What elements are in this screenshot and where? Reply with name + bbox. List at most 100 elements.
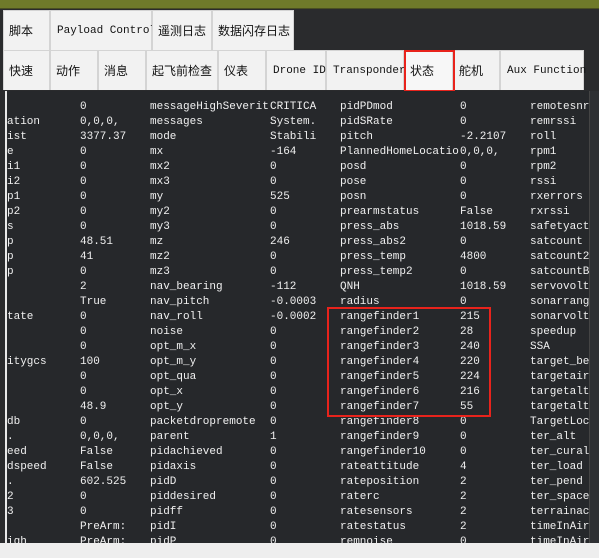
value-col3: 0 xyxy=(460,446,467,458)
key-col4: ter_curalt xyxy=(530,446,589,458)
key-col3: press_abs xyxy=(340,221,400,233)
key-col4: sonarrange xyxy=(530,296,589,308)
key-col4: roll xyxy=(530,131,557,143)
value-col3: 4 xyxy=(460,461,467,473)
key-col3: rangefinder4 xyxy=(340,356,420,368)
key-col2: parent xyxy=(150,431,190,443)
tab-tabs_row2-6[interactable]: Transponder xyxy=(326,50,406,90)
key-col2: packetdropremote xyxy=(150,416,256,428)
key-col3: pidPDmod xyxy=(340,101,393,113)
key-col1: . xyxy=(7,431,14,443)
key-col3: press_temp xyxy=(340,251,407,263)
key-col3: press_abs2 xyxy=(340,236,407,248)
value-col1: 0 xyxy=(80,491,87,503)
window-title-bar xyxy=(0,0,599,9)
tab-tabs_row1-1[interactable]: Payload Control xyxy=(50,10,156,50)
value-col3: 215 xyxy=(460,311,480,323)
value-col2: -0.0002 xyxy=(270,311,317,323)
tab-tabs_row1-3[interactable]: 数据闪存日志 xyxy=(212,10,294,50)
tab-tabs_row2-9[interactable]: Aux Function xyxy=(500,50,586,90)
vertical-scrollbar[interactable] xyxy=(589,91,599,543)
key-col1: dspeed xyxy=(7,461,47,473)
key-col1: eed xyxy=(7,446,27,458)
value-col1: 41 xyxy=(80,251,94,263)
key-col4: rssi xyxy=(530,176,557,188)
value-col1: 0 xyxy=(80,371,87,383)
key-col3: rangefinder8 xyxy=(340,416,420,428)
tab-tabs_row2-3[interactable]: 起飞前检查 xyxy=(146,50,218,90)
key-col1: p2 xyxy=(7,206,21,218)
key-col4: satcount xyxy=(530,236,583,248)
value-col3: 0 xyxy=(460,266,467,278)
value-col1: False xyxy=(80,446,114,458)
key-col1: e xyxy=(7,146,14,158)
value-col2: 0 xyxy=(270,356,277,368)
key-col2: mz3 xyxy=(150,266,170,278)
key-col2: messageHighSeverit xyxy=(150,101,268,113)
key-col4: satcount2 xyxy=(530,251,589,263)
tab-tabs_row2-0[interactable]: 快速 xyxy=(3,50,50,90)
value-col3: 0 xyxy=(460,116,467,128)
tab-tabs_row2-5[interactable]: Drone ID xyxy=(266,50,326,90)
value-col1: 0 xyxy=(80,416,87,428)
key-col1: itygcs xyxy=(7,356,47,368)
tab-tabs_row2-1[interactable]: 动作 xyxy=(50,50,98,90)
value-col2: 0 xyxy=(270,506,277,518)
value-col3: 2 xyxy=(460,476,467,488)
tab-tabs_row1-2[interactable]: 遥测日志 xyxy=(152,10,212,50)
key-col3: pitch xyxy=(340,131,374,143)
horizontal-scrollbar[interactable] xyxy=(0,543,599,558)
value-col3: 0 xyxy=(460,176,467,188)
value-col3: 220 xyxy=(460,356,480,368)
key-col3: rangefinder7 xyxy=(340,401,420,413)
value-col1: 0 xyxy=(80,161,87,173)
table-row: p2 0 my2 0 prearmstatus False rxrssi xyxy=(7,205,589,220)
value-col2: -112 xyxy=(270,281,297,293)
value-col3: 0 xyxy=(460,296,467,308)
value-col3: 0 xyxy=(460,161,467,173)
value-col1: 0 xyxy=(80,101,87,113)
key-col2: opt_y xyxy=(150,401,184,413)
value-col3: 1018.59 xyxy=(460,281,507,293)
value-col3: 0 xyxy=(460,536,467,543)
table-row: p 0 mz3 0 press_temp2 0 satcountB xyxy=(7,265,589,280)
value-col2: 0 xyxy=(270,326,277,338)
value-col2: 0 xyxy=(270,206,277,218)
tab-tabs_row1-0[interactable]: 脚本 xyxy=(3,10,50,50)
key-col3: ratesensors xyxy=(340,506,413,518)
key-col4: satcountB xyxy=(530,266,589,278)
tab-tabs_row2-8[interactable]: 舵机 xyxy=(453,50,500,90)
key-col4: remrssi xyxy=(530,116,577,128)
key-col2: pidaxis xyxy=(150,461,197,473)
key-col4: targetaltd xyxy=(530,401,589,413)
table-row: tate 0 nav_roll -0.0002 rangefinder1 215 sonar… xyxy=(7,310,589,325)
value-col2: 0 xyxy=(270,416,277,428)
table-row: 0 noise 0 rangefinder2 28 speedup xyxy=(7,325,589,340)
table-row: True nav_pitch -0.0003 radius 0 sonarrange xyxy=(7,295,589,310)
key-col2: my2 xyxy=(150,206,170,218)
table-row: 48.9 opt_y 0 rangefinder7 55 targetaltd xyxy=(7,400,589,415)
table-row: igh PreArm: pidP 0 remnoise 0 timeInAirM xyxy=(7,535,589,543)
value-col2: System. xyxy=(270,116,317,128)
value-col1: 0,0,0, xyxy=(80,116,120,128)
value-col3: 0 xyxy=(460,416,467,428)
table-row: eed False pidachieved 0 rangefinder10 0 ter_cu… xyxy=(7,445,589,460)
key-col4: ter_pend xyxy=(530,476,583,488)
key-col2: opt_m_x xyxy=(150,341,197,353)
key-col4: sonarvolta xyxy=(530,311,589,323)
value-col2: 0 xyxy=(270,401,277,413)
key-col2: pidD xyxy=(150,476,177,488)
key-col4: targetalt xyxy=(530,386,589,398)
key-col4: terrainact xyxy=(530,506,589,518)
key-col2: messages xyxy=(150,116,203,128)
key-col2: nav_roll xyxy=(150,311,203,323)
value-col3: 0,0,0, xyxy=(460,146,500,158)
value-col2: 0 xyxy=(270,176,277,188)
value-col2: 0 xyxy=(270,386,277,398)
tab-tabs_row2-2[interactable]: 消息 xyxy=(98,50,146,90)
key-col4: timeInAir xyxy=(530,521,589,533)
table-row: i1 0 mx2 0 posd 0 rpm2 xyxy=(7,160,589,175)
tab-tabs_row2-4[interactable]: 仪表 xyxy=(218,50,266,90)
tab-tabs_row2-7[interactable]: 状态 xyxy=(404,50,453,90)
value-col2: CRITICA xyxy=(270,101,317,113)
